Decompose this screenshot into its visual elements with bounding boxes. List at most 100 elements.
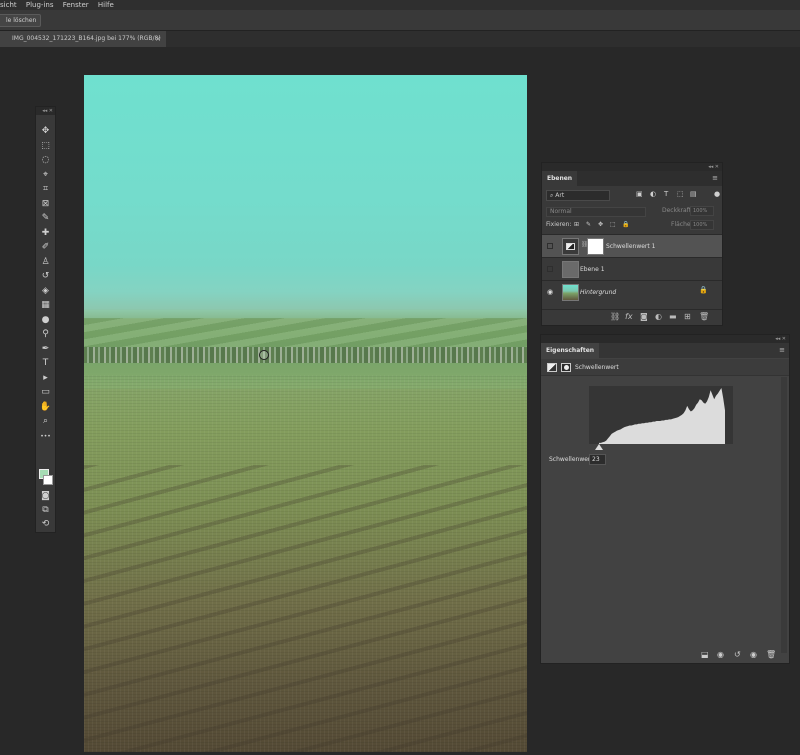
add-mask-icon[interactable]: ◙ — [640, 312, 648, 321]
panel-menu-icon[interactable]: ≡ — [779, 346, 785, 354]
layer-row-threshold[interactable]: ⛓ Schwellenwert 1 — [542, 234, 722, 257]
layer-thumbnail — [562, 261, 579, 278]
tab-layers[interactable]: Ebenen — [542, 171, 578, 186]
layer-kind-value: Art — [555, 192, 565, 199]
new-group-icon[interactable]: ▬ — [669, 312, 677, 321]
new-adjustment-icon[interactable]: ◐ — [655, 312, 662, 321]
quick-mask-icon[interactable]: ◙ — [36, 490, 55, 503]
pixel-filter-icon[interactable]: ▣ — [636, 190, 643, 198]
clone-stamp-tool-icon[interactable]: ♙ — [36, 256, 55, 269]
path-select-tool-icon[interactable]: ▸ — [36, 372, 55, 385]
document-canvas[interactable] — [84, 75, 527, 752]
view-previous-icon[interactable]: ◉ — [717, 650, 724, 659]
layer-mask-thumbnail[interactable] — [587, 238, 604, 255]
fx-icon[interactable]: fx — [625, 312, 633, 321]
layer-row-background[interactable]: ◉ Hintergrund 🔒 — [542, 280, 722, 303]
visibility-icon[interactable]: ◉ — [750, 650, 757, 659]
tab-properties[interactable]: Eigenschaften — [541, 343, 600, 358]
lock-position-icon[interactable]: ✥ — [598, 221, 603, 228]
menu-help[interactable]: Hilfe — [98, 1, 114, 9]
properties-footer: ⬓ ◉ ↺ ◉ 🗑 — [541, 649, 789, 663]
threshold-slider[interactable] — [589, 444, 733, 450]
background-color-swatch[interactable] — [43, 475, 53, 485]
lock-transparency-icon[interactable]: ⊞ — [574, 221, 579, 228]
new-layer-icon[interactable]: ⊞ — [684, 312, 691, 321]
more-tools-icon[interactable]: ••• — [36, 430, 55, 443]
lock-all-icon[interactable]: 🔒 — [622, 221, 629, 228]
menu-view[interactable]: sicht — [0, 1, 17, 9]
threshold-input[interactable]: 23 — [589, 454, 606, 465]
adjustment-name: Schwellenwert — [575, 364, 619, 371]
visibility-toggle-empty[interactable] — [547, 243, 553, 249]
trash-icon[interactable]: 🗑 — [699, 312, 709, 321]
panel-menu-icon[interactable]: ≡ — [712, 174, 718, 182]
mask-icon[interactable] — [561, 363, 571, 372]
link-layers-icon[interactable]: ⛓ — [610, 312, 620, 321]
eraser-tool-icon[interactable]: ◈ — [36, 285, 55, 298]
marquee-tool-icon[interactable]: ⬚ — [36, 140, 55, 153]
dodge-tool-icon[interactable]: ⚲ — [36, 328, 55, 341]
layer-row-ebene-1[interactable]: Ebene 1 — [542, 257, 722, 280]
layer-name[interactable]: Ebene 1 — [580, 258, 605, 281]
history-brush-tool-icon[interactable]: ↺ — [36, 270, 55, 283]
histogram-graph — [599, 388, 725, 444]
pen-tool-icon[interactable]: ✒ — [36, 343, 55, 356]
type-tool-icon[interactable]: T — [36, 357, 55, 370]
visibility-toggle-empty[interactable] — [547, 266, 553, 272]
fill-field[interactable]: 100% — [690, 220, 714, 230]
eyedropper-tool-icon[interactable]: ✎ — [36, 212, 55, 225]
lasso-tool-icon[interactable]: ◌ — [36, 154, 55, 167]
menu-bar: sicht Plug-ins Fenster Hilfe — [0, 0, 800, 10]
threshold-slider-handle[interactable] — [595, 444, 603, 450]
layers-panel-header[interactable]: ◂◂ ✕ — [542, 163, 722, 171]
crop-tool-icon[interactable]: ⌗ — [36, 183, 55, 196]
reset-icon[interactable]: ↺ — [734, 650, 741, 659]
layer-name[interactable]: Hintergrund — [580, 281, 616, 304]
layers-footer: ⛓ fx ◙ ◐ ▬ ⊞ 🗑 — [542, 309, 722, 325]
close-icon[interactable]: × — [155, 31, 161, 47]
tools-panel: ◂◂ ✕ ✥ ⬚ ◌ ⌖ ⌗ ⊠ ✎ ✚ ✐ ♙ ↺ ◈ ▦ ● ⚲ ✒ T ▸ ▭ ✋ ⌕ ••• ◙ ⧉ ⟲ — [35, 106, 56, 533]
quick-select-tool-icon[interactable]: ⌖ — [36, 169, 55, 182]
move-tool-icon[interactable]: ✥ — [36, 125, 55, 138]
blend-mode-select[interactable]: Normal — [546, 207, 646, 217]
filter-toggle-icon[interactable]: ● — [714, 190, 720, 198]
threshold-histogram — [589, 386, 733, 444]
healing-brush-tool-icon[interactable]: ✚ — [36, 227, 55, 240]
adjustment-layer-icon — [562, 238, 579, 255]
menu-plugins[interactable]: Plug-ins — [26, 1, 54, 9]
type-filter-icon[interactable]: T — [664, 190, 668, 198]
document-tab-title: IMG_004532_171223_B164.jpg bei 177% (RGB… — [12, 35, 161, 42]
hand-tool-icon[interactable]: ✋ — [36, 401, 55, 414]
screen-mode-icon[interactable]: ⧉ — [36, 504, 55, 517]
layer-thumbnail — [562, 284, 579, 301]
menu-window[interactable]: Fenster — [63, 1, 89, 9]
properties-panel-header[interactable]: ◂◂ ✕ — [541, 335, 789, 343]
eye-icon[interactable]: ◉ — [545, 287, 555, 297]
clear-button[interactable]: le löschen — [0, 14, 42, 27]
threshold-adjustment-icon[interactable] — [547, 363, 557, 372]
panel-scrollbar[interactable] — [781, 377, 787, 653]
clip-to-layer-icon[interactable]: ⬓ — [701, 650, 709, 659]
layers-panel: ◂◂ ✕ Ebenen ≡ ⌕ Art ▣ ◐ T ⬚ ▤ ● Normal D… — [541, 162, 723, 326]
adjustment-header: Schwellenwert — [541, 359, 789, 376]
document-tab[interactable]: IMG_004532_171223_B164.jpg bei 177% (RGB… — [0, 31, 166, 47]
tools-panel-header[interactable]: ◂◂ ✕ — [36, 107, 55, 115]
opacity-field[interactable]: 100% — [690, 206, 714, 216]
gradient-tool-icon[interactable]: ▦ — [36, 299, 55, 312]
frame-tool-icon[interactable]: ⊠ — [36, 198, 55, 211]
zoom-tool-icon[interactable]: ⌕ — [36, 415, 55, 428]
shape-filter-icon[interactable]: ⬚ — [677, 190, 684, 198]
smart-object-filter-icon[interactable]: ▤ — [690, 190, 697, 198]
blur-tool-icon[interactable]: ● — [36, 314, 55, 327]
layer-kind-filter[interactable]: ⌕ Art — [546, 190, 610, 201]
trash-icon[interactable]: 🗑 — [766, 650, 776, 659]
options-bar: le löschen — [0, 10, 800, 31]
lock-image-icon[interactable]: ✎ — [586, 221, 591, 228]
share-icon[interactable]: ⟲ — [36, 518, 55, 531]
layer-name[interactable]: Schwellenwert 1 — [606, 235, 655, 258]
lock-label: Fixieren: — [546, 221, 572, 228]
shape-tool-icon[interactable]: ▭ — [36, 386, 55, 399]
lock-artboard-icon[interactable]: ⬚ — [610, 221, 616, 228]
brush-tool-icon[interactable]: ✐ — [36, 241, 55, 254]
adjustment-filter-icon[interactable]: ◐ — [650, 190, 656, 198]
